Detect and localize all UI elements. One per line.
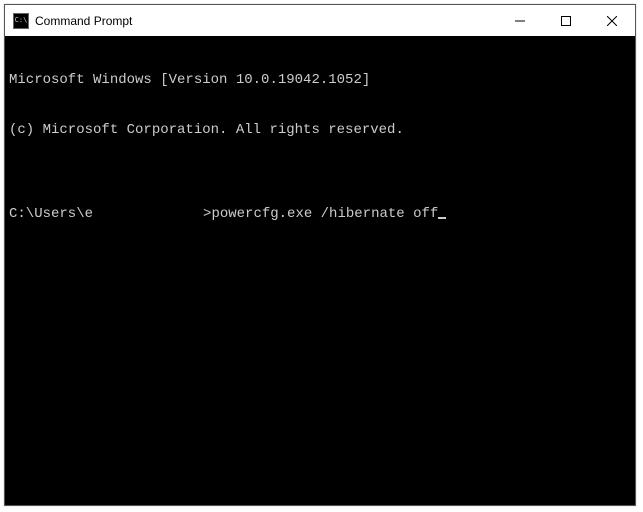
command-prompt-icon: C:\ xyxy=(13,13,29,29)
maximize-icon xyxy=(561,16,571,26)
window-controls xyxy=(497,5,635,36)
prompt-user-visible: e xyxy=(85,206,93,222)
prompt-user-redacted xyxy=(93,208,203,222)
terminal-output-line: Microsoft Windows [Version 10.0.19042.10… xyxy=(9,72,631,89)
minimize-button[interactable] xyxy=(497,5,543,36)
maximize-button[interactable] xyxy=(543,5,589,36)
close-icon xyxy=(607,16,617,26)
titlebar[interactable]: C:\ Command Prompt xyxy=(5,5,635,36)
minimize-icon xyxy=(515,16,525,26)
terminal-output-line: (c) Microsoft Corporation. All rights re… xyxy=(9,122,631,139)
terminal-area[interactable]: Microsoft Windows [Version 10.0.19042.10… xyxy=(5,36,635,505)
prompt-path-prefix: C:\Users\ xyxy=(9,206,85,222)
command-prompt-window: C:\ Command Prompt Microsoft Wi xyxy=(4,4,636,506)
window-title: Command Prompt xyxy=(35,14,497,28)
command-text: powercfg.exe /hibernate off xyxy=(211,206,438,222)
close-button[interactable] xyxy=(589,5,635,36)
cursor xyxy=(438,217,446,219)
terminal-prompt-line: C:\Users\e >powercfg.exe /hibernate off xyxy=(9,206,631,223)
